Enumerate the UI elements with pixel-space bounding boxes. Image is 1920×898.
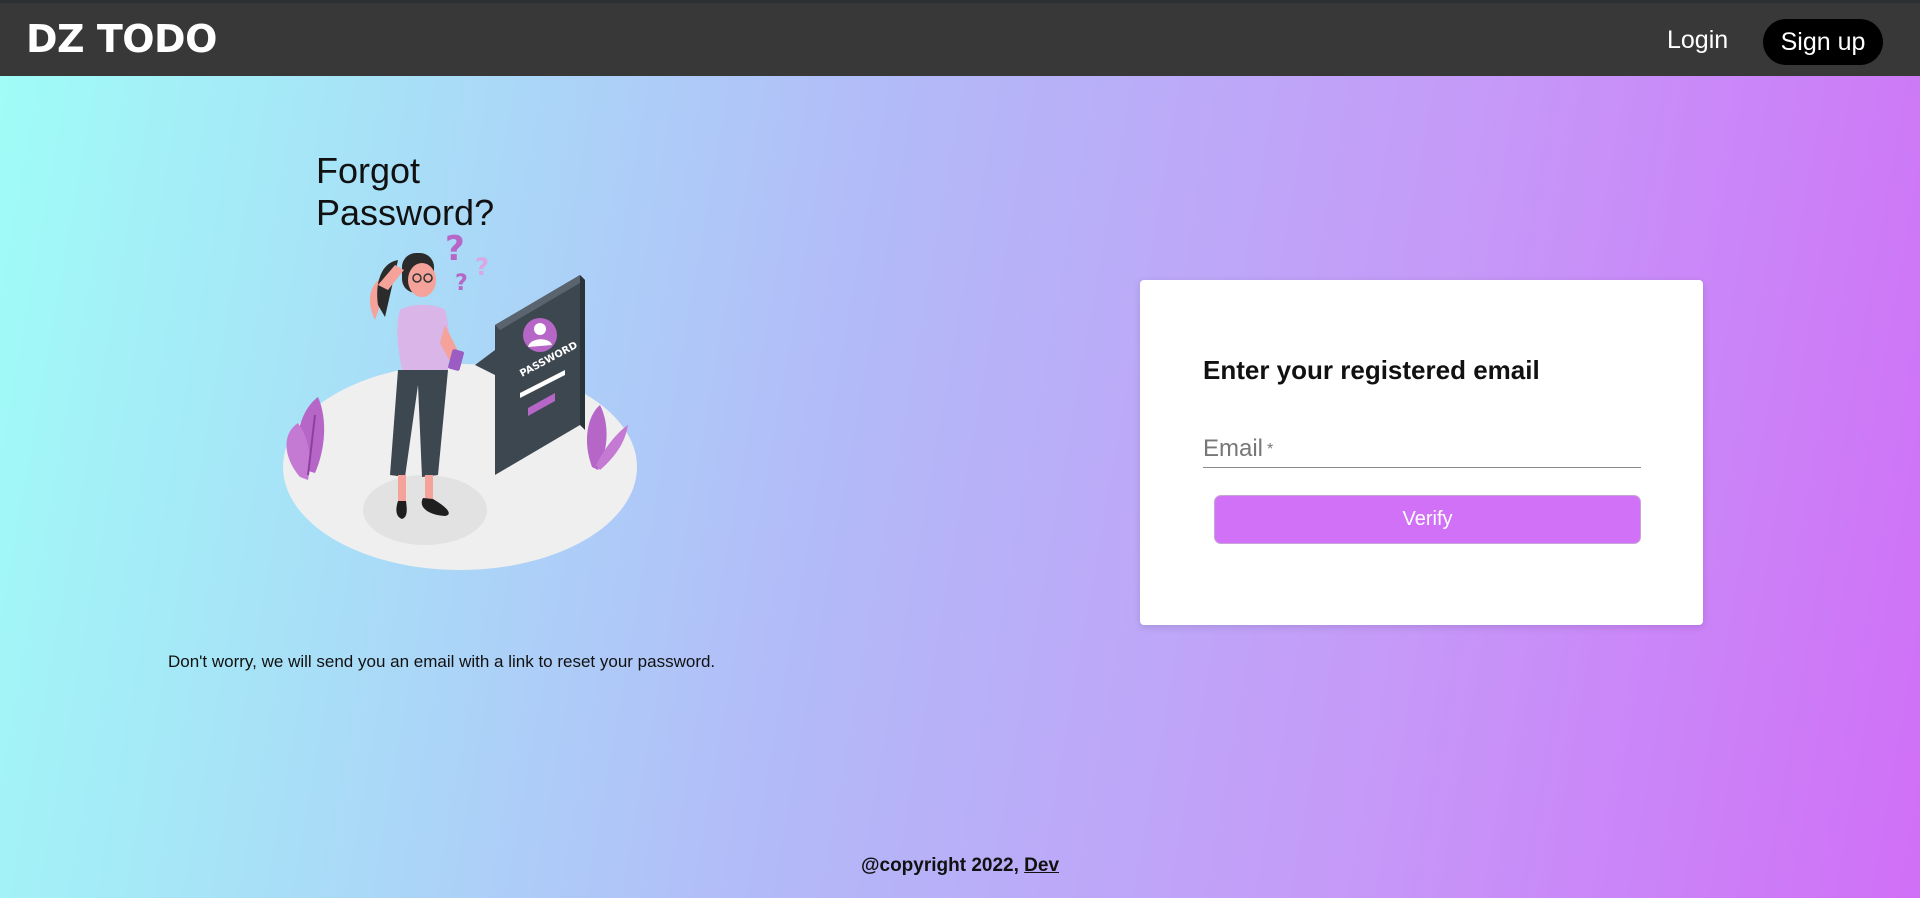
svg-text:?: ? <box>455 271 468 296</box>
email-field[interactable]: Email * <box>1203 430 1641 468</box>
verify-button[interactable]: Verify <box>1214 495 1641 544</box>
copyright-text: @copyright 2022, <box>860 855 1025 876</box>
reset-info-text: Don't worry, we will send you an email w… <box>168 652 716 671</box>
email-form-card: Enter your registered email Email * Verif… <box>1140 280 1703 625</box>
dev-link[interactable]: Dev <box>1024 855 1059 876</box>
forgot-password-illustration: PASSWORD ? ? ? <box>270 225 650 580</box>
forgot-password-illustration-svg: PASSWORD ? ? ? <box>283 229 637 570</box>
svg-text:?: ? <box>475 253 489 281</box>
brand-logo[interactable]: DZ TODO <box>26 17 217 61</box>
login-link[interactable]: Login <box>1667 26 1728 55</box>
page-title: Forgot Password? <box>316 150 495 233</box>
signup-button[interactable]: Sign up <box>1763 19 1883 65</box>
top-navbar: DZ TODO Login Sign up <box>0 0 1920 76</box>
form-heading: Enter your registered email <box>1203 355 1540 385</box>
footer: @copyright 2022, Dev <box>0 855 1920 877</box>
email-input[interactable] <box>1203 430 1641 467</box>
svg-text:?: ? <box>445 229 465 269</box>
